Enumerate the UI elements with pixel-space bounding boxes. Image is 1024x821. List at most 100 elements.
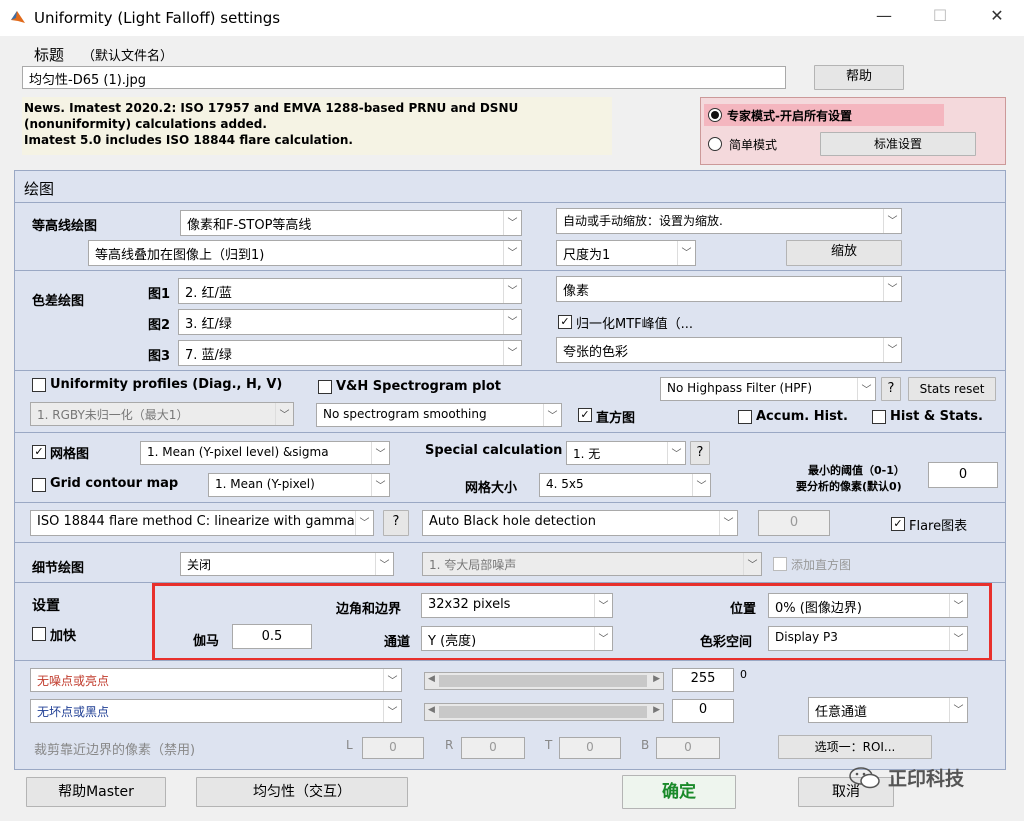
roi-button[interactable]: 选项一：ROI...: [778, 735, 932, 759]
maximize-icon[interactable]: ☐: [930, 6, 950, 25]
slider-thumb[interactable]: [439, 706, 647, 718]
flare-help-button[interactable]: ?: [383, 510, 409, 536]
profile-norm-select: 1. RGBY未归一化（最大1） ﹀: [30, 402, 294, 426]
grid-contour-checkbox[interactable]: [32, 478, 46, 492]
crop-t-label: T: [545, 738, 553, 752]
black-hole-select[interactable]: Auto Black hole detection ﹀: [422, 510, 738, 536]
close-icon[interactable]: ✕: [987, 6, 1007, 25]
hpf-help-button[interactable]: ?: [881, 377, 901, 401]
position-select[interactable]: 0% (图像边界) ﹀: [768, 593, 968, 618]
crop-b-label: B: [641, 738, 650, 752]
crop-r-input: 0: [461, 737, 525, 759]
dead-slider[interactable]: ◀ ▶: [424, 703, 664, 721]
chevron-down-icon: ﹀: [375, 553, 393, 575]
grid-contour-select[interactable]: 1. Mean (Y-pixel) ﹀: [208, 473, 390, 497]
help-master-button[interactable]: 帮助Master: [26, 777, 166, 807]
speed-checkbox[interactable]: [32, 627, 46, 641]
slider-left-arrow-icon[interactable]: ◀: [428, 705, 435, 715]
grid-contour-label: Grid contour map: [50, 476, 179, 491]
hist-stats-checkbox[interactable]: [872, 410, 886, 424]
hot-slider[interactable]: ◀ ▶: [424, 672, 664, 690]
divider: [14, 502, 1006, 503]
chevron-down-icon: ﹀: [503, 341, 521, 365]
zoom-button[interactable]: 缩放: [786, 240, 902, 266]
normalize-checkbox[interactable]: ✓: [558, 315, 572, 329]
divider: [14, 202, 1006, 203]
hot-zero-label: 0: [740, 668, 747, 681]
chevron-down-icon: ﹀: [371, 442, 389, 464]
spectrogram-checkbox[interactable]: [318, 380, 332, 394]
chevron-down-icon: ﹀: [503, 279, 521, 303]
histogram-checkbox[interactable]: ✓: [578, 408, 592, 422]
dead-value-input[interactable]: 0: [672, 699, 734, 723]
standard-settings-button[interactable]: 标准设置: [820, 132, 976, 156]
channel-select[interactable]: Y (亮度) ﹀: [421, 626, 613, 651]
slider-thumb[interactable]: [439, 675, 647, 687]
chevron-down-icon: ﹀: [949, 698, 967, 722]
title-label: 标题: [34, 46, 65, 64]
saturation-select[interactable]: 夸张的色彩 ﹀: [556, 337, 902, 363]
stats-reset-button[interactable]: Stats reset: [908, 377, 996, 401]
title-input[interactable]: 均匀性-D65 (1).jpg: [22, 66, 786, 89]
help-button[interactable]: 帮助: [814, 65, 904, 90]
chevron-down-icon: ﹀: [503, 241, 521, 265]
figure2-select[interactable]: 3. 红/绿 ﹀: [178, 309, 522, 335]
zoom-mode-select[interactable]: 自动或手动缩放：设置为缩放. ﹀: [556, 208, 902, 234]
chevron-down-icon: ﹀: [383, 669, 401, 691]
hot-value-input[interactable]: 255: [672, 668, 734, 692]
hpf-select[interactable]: No Highpass Filter (HPF) ﹀: [660, 377, 876, 401]
flare-chart-label: Flare图表: [909, 519, 968, 534]
chevron-down-icon: ﹀: [355, 511, 373, 535]
contour-type-select[interactable]: 像素和F-STOP等高线 ﹀: [180, 210, 522, 236]
add-hist-checkbox: [773, 557, 787, 571]
position-label: 位置: [730, 602, 757, 617]
chevron-down-icon: ﹀: [594, 627, 612, 650]
hot-pixel-select[interactable]: 无噪点或亮点 ﹀: [30, 668, 402, 692]
grid-size-select[interactable]: 4. 5x5 ﹀: [539, 473, 711, 497]
scale-select[interactable]: 尺度为1 ﹀: [556, 240, 696, 266]
figure1-select[interactable]: 2. 红/蓝 ﹀: [178, 278, 522, 304]
grid-checkbox[interactable]: ✓: [32, 445, 46, 459]
special-help-button[interactable]: ?: [690, 441, 710, 465]
news-line-2: (nonuniformity) calculations added.: [24, 117, 267, 131]
crop-t-input: 0: [559, 737, 621, 759]
grid-label: 网格图: [50, 447, 90, 462]
chevron-down-icon: ﹀: [677, 241, 695, 265]
threshold-input[interactable]: 0: [928, 462, 998, 488]
chevron-down-icon: ﹀: [883, 338, 901, 362]
gamma-input[interactable]: 0.5: [232, 624, 312, 649]
profiles-checkbox[interactable]: [32, 378, 46, 392]
chevron-down-icon: ﹀: [275, 403, 293, 425]
flare-chart-checkbox[interactable]: ✓: [891, 517, 905, 531]
unit-select[interactable]: 像素 ﹀: [556, 276, 902, 302]
special-calc-select[interactable]: 1. 无 ﹀: [566, 441, 686, 465]
accum-hist-checkbox[interactable]: [738, 410, 752, 424]
figure3-select[interactable]: 7. 蓝/绿 ﹀: [178, 340, 522, 366]
slider-right-arrow-icon[interactable]: ▶: [653, 674, 660, 684]
news-line-1: News. Imatest 2020.2: ISO 17957 and EMVA…: [24, 101, 519, 115]
chevron-down-icon: ﹀: [949, 627, 967, 650]
slider-left-arrow-icon[interactable]: ◀: [428, 674, 435, 684]
minimize-icon[interactable]: —: [874, 6, 894, 25]
detail-select[interactable]: 关闭 ﹀: [180, 552, 394, 576]
normalize-label: 归一化MTF峰值（...: [576, 317, 694, 332]
slider-right-arrow-icon[interactable]: ▶: [653, 705, 660, 715]
simple-radio[interactable]: [708, 137, 722, 151]
uniformity-interactive-button[interactable]: 均匀性（交互）: [196, 777, 408, 807]
flare-method-select[interactable]: ISO 18844 flare method C: linearize with…: [30, 510, 374, 536]
dead-pixel-select[interactable]: 无坏点或黑点 ﹀: [30, 699, 402, 723]
any-channel-select[interactable]: 任意通道 ﹀: [808, 697, 968, 723]
chevron-down-icon: ﹀: [667, 442, 685, 464]
chevron-down-icon: ﹀: [543, 404, 561, 426]
grid-mean-select[interactable]: 1. Mean (Y-pixel level) &sigma ﹀: [140, 441, 390, 465]
window-title: Uniformity (Light Falloff) settings: [34, 9, 281, 27]
wechat-icon: [848, 766, 882, 790]
chevron-down-icon: ﹀: [503, 211, 521, 235]
corner-select[interactable]: 32x32 pixels ﹀: [421, 593, 613, 618]
contour-overlay-select[interactable]: 等高线叠加在图像上（归到1) ﹀: [88, 240, 522, 266]
threshold-label-1: 最小的阈值（0-1）: [808, 464, 905, 477]
expert-radio[interactable]: [708, 108, 722, 122]
colorspace-select[interactable]: Display P3 ﹀: [768, 626, 968, 651]
ok-button[interactable]: 确定: [622, 775, 736, 809]
smoothing-select[interactable]: No spectrogram smoothing ﹀: [316, 403, 562, 427]
